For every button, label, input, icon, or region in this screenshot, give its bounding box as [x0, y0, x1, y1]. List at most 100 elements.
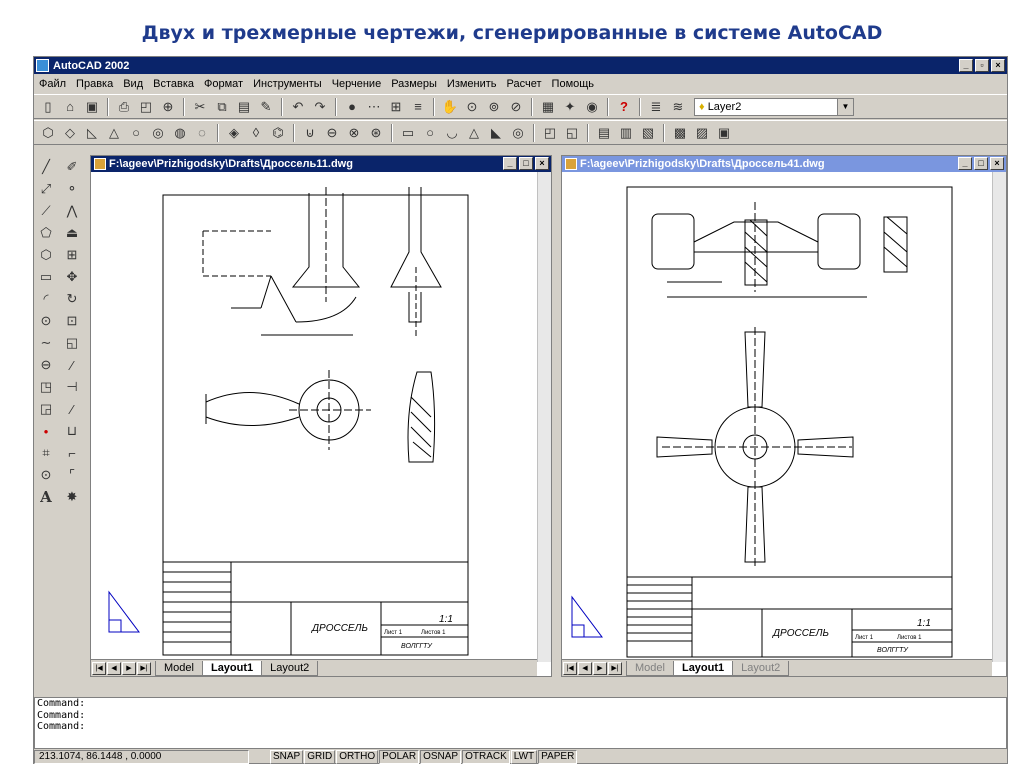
new-file-icon[interactable]: ▯	[38, 97, 58, 117]
redo-icon[interactable]: ↷	[310, 97, 330, 117]
snap-toggle[interactable]: SNAP	[270, 750, 304, 764]
tab-layout2[interactable]: Layout2	[732, 660, 790, 676]
fillet-icon[interactable]: ⌜	[62, 465, 82, 485]
ucs-icon[interactable]: ⊞	[386, 97, 406, 117]
menu-modify[interactable]: Изменить	[442, 78, 502, 90]
construction-line-icon[interactable]: ⤢	[36, 179, 56, 199]
polyline-icon[interactable]: ⟋	[36, 201, 56, 221]
sphere-icon[interactable]: ○	[126, 123, 146, 143]
minimize-button[interactable]: _	[959, 59, 973, 72]
torus-icon[interactable]: ◍	[170, 123, 190, 143]
cone-icon[interactable]: △	[104, 123, 124, 143]
erase-icon[interactable]: ✐	[62, 157, 82, 177]
prev-tab-icon[interactable]: ◀	[107, 661, 121, 675]
drawing-1-titlebar[interactable]: F:\ageev\Prizhigodsky\Drafts\Дроссель11.…	[91, 156, 551, 172]
layer-dropdown[interactable]: ♦ Layer2 ▼	[694, 97, 854, 116]
minimize-button[interactable]: _	[503, 157, 517, 170]
cut-icon[interactable]: ✂	[190, 97, 210, 117]
distance-icon[interactable]: ≡	[408, 97, 428, 117]
ortho-toggle[interactable]: ORTHO	[336, 750, 379, 764]
subtract-icon[interactable]: ⊖	[322, 123, 342, 143]
mirror-icon[interactable]: ⋀	[62, 201, 82, 221]
vertical-scrollbar[interactable]	[537, 172, 551, 662]
first-tab-icon[interactable]: |◀	[563, 661, 577, 675]
undo-icon[interactable]: ↶	[288, 97, 308, 117]
close-button[interactable]: ×	[991, 59, 1005, 72]
zoom-realtime-icon[interactable]: ⊙	[462, 97, 482, 117]
array-icon[interactable]: ⊞	[62, 245, 82, 265]
view-front-icon[interactable]: ▥	[616, 123, 636, 143]
interfere-icon[interactable]: ⊛	[366, 123, 386, 143]
tab-layout1[interactable]: Layout1	[672, 660, 734, 676]
drawing-canvas-2[interactable]: ДРОССЕЛЬ 1:1 Лист 1 Листов 1 ВОЛГГТУ	[562, 172, 992, 661]
wedge-icon[interactable]: ◺	[82, 123, 102, 143]
zoom-previous-icon[interactable]: ⊘	[506, 97, 526, 117]
slice-icon[interactable]: ◊	[246, 123, 266, 143]
rectangle-icon[interactable]: ⬡	[36, 245, 56, 265]
menu-view[interactable]: Вид	[118, 78, 148, 90]
menu-dimension[interactable]: Размеры	[386, 78, 442, 90]
close-button[interactable]: ×	[535, 157, 549, 170]
paste-icon[interactable]: ▤	[234, 97, 254, 117]
menu-edit[interactable]: Правка	[71, 78, 118, 90]
menu-insert[interactable]: Вставка	[148, 78, 199, 90]
hatch-icon[interactable]: •	[36, 421, 56, 441]
restore-button[interactable]: ▫	[975, 59, 989, 72]
menu-file[interactable]: Файл	[34, 78, 71, 90]
chamfer-icon[interactable]: ⌐	[62, 443, 82, 463]
last-tab-icon[interactable]: ▶|	[137, 661, 151, 675]
polar-toggle[interactable]: POLAR	[379, 750, 420, 764]
vertical-scrollbar[interactable]	[992, 172, 1006, 662]
table-icon[interactable]: ⊙	[36, 465, 56, 485]
maximize-button[interactable]: □	[519, 157, 533, 170]
tab-model[interactable]: Model	[155, 660, 203, 676]
prev-tab-icon[interactable]: ◀	[578, 661, 592, 675]
print-icon[interactable]: ⎙	[114, 97, 134, 117]
snap-from-icon[interactable]: ⋯	[364, 97, 384, 117]
cylinder-icon[interactable]: ◎	[148, 123, 168, 143]
scenes-icon[interactable]: ▨	[692, 123, 712, 143]
properties-icon[interactable]: ▦	[538, 97, 558, 117]
section-icon[interactable]: ⌬	[268, 123, 288, 143]
paper-toggle[interactable]: PAPER	[538, 750, 578, 764]
menu-format[interactable]: Формат	[199, 78, 248, 90]
rotate-icon[interactable]: ↻	[62, 289, 82, 309]
3d-dome-icon[interactable]: ◡	[442, 123, 462, 143]
tool-palette-icon[interactable]: ◉	[582, 97, 602, 117]
menu-help[interactable]: Помощь	[547, 78, 600, 90]
box-icon[interactable]: ◇	[60, 123, 80, 143]
copy-icon[interactable]: ⧉	[212, 97, 232, 117]
render-icon[interactable]: ▩	[670, 123, 690, 143]
revolve-icon[interactable]: ◈	[224, 123, 244, 143]
union-icon[interactable]: ⊍	[300, 123, 320, 143]
3d-cone-icon[interactable]: △	[464, 123, 484, 143]
view-iso-icon[interactable]: ▧	[638, 123, 658, 143]
app-titlebar[interactable]: AutoCAD 2002 _ ▫ ×	[34, 57, 1007, 74]
copy-object-icon[interactable]: ⚬	[62, 179, 82, 199]
preview-icon[interactable]: ◰	[136, 97, 156, 117]
polygon-icon[interactable]: ⬠	[36, 223, 56, 243]
layers-icon[interactable]: ≣	[646, 97, 666, 117]
tab-model[interactable]: Model	[626, 660, 674, 676]
spline-icon[interactable]: ⊙	[36, 311, 56, 331]
trim-icon[interactable]: ⁄	[62, 355, 82, 375]
drawing-canvas-1[interactable]: ДРОССЕЛЬ 1:1 Лист 1 Листов 1 ВОЛГГТУ	[91, 172, 537, 661]
layer-previous-icon[interactable]: ≋	[668, 97, 688, 117]
3d-torus-icon[interactable]: ◎	[508, 123, 528, 143]
scale-icon[interactable]: ⊡	[62, 311, 82, 331]
move-icon[interactable]: ✥	[62, 267, 82, 287]
drawing-2-titlebar[interactable]: F:\ageev\Prizhigodsky\Drafts\Дроссель41.…	[562, 156, 1006, 172]
chevron-down-icon[interactable]: ▼	[837, 98, 853, 115]
3d-sphere-icon[interactable]: ○	[420, 123, 440, 143]
insert-block-icon[interactable]: ⊖	[36, 355, 56, 375]
menu-calc[interactable]: Расчет	[502, 78, 547, 90]
match-properties-icon[interactable]: ✎	[256, 97, 276, 117]
grid-toggle[interactable]: GRID	[304, 750, 336, 764]
arc-icon[interactable]: ▭	[36, 267, 56, 287]
extrude-icon[interactable]: ◌	[192, 123, 212, 143]
line-icon[interactable]: ╱	[36, 157, 56, 177]
3d-box-icon[interactable]: ▭	[398, 123, 418, 143]
menu-tools[interactable]: Инструменты	[248, 78, 327, 90]
circle-icon[interactable]: ◜	[36, 289, 56, 309]
break-two-icon[interactable]: ⊔	[62, 421, 82, 441]
